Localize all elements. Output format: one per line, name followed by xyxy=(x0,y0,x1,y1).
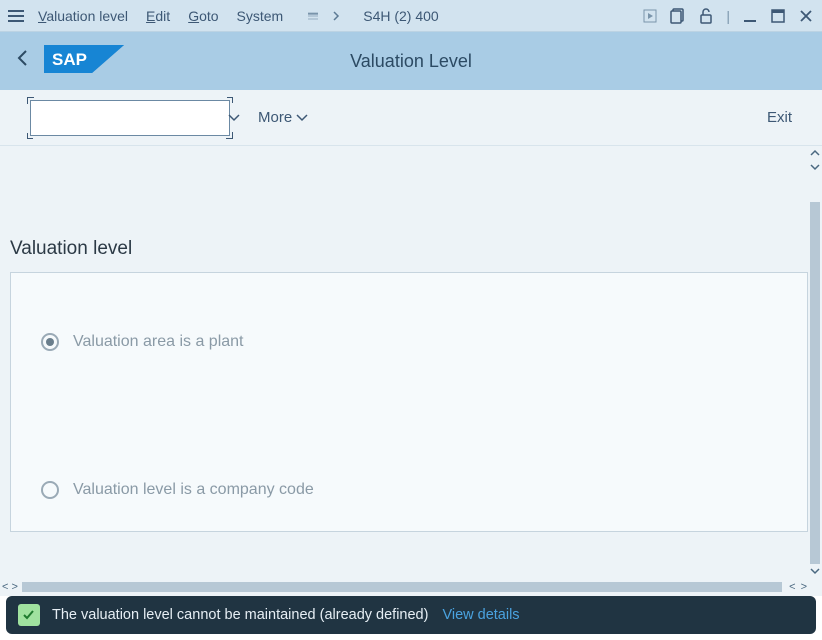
menu-edit[interactable]: Edit xyxy=(146,8,170,24)
menu-overflow-icon[interactable] xyxy=(307,10,319,22)
page-title: Valuation Level xyxy=(350,51,472,72)
chevron-right-icon[interactable] xyxy=(331,10,341,22)
hamburger-menu-icon[interactable] xyxy=(8,10,24,22)
vertical-scrollbar[interactable] xyxy=(808,146,822,578)
header-bar: SAP Valuation Level xyxy=(0,32,822,90)
horizontal-scrollbar[interactable]: < > < > xyxy=(0,578,808,596)
view-details-link[interactable]: View details xyxy=(442,607,519,623)
radio-row-plant: Valuation area is a plant xyxy=(41,333,777,351)
radio-plant-label: Valuation area is a plant xyxy=(73,333,243,351)
command-field[interactable] xyxy=(31,101,228,135)
chevron-down-icon xyxy=(296,114,308,122)
command-dropdown[interactable] xyxy=(228,114,240,122)
close-icon[interactable] xyxy=(798,8,814,24)
hscroll-track[interactable] xyxy=(22,582,782,592)
valuation-level-group: Valuation area is a plant Valuation leve… xyxy=(10,272,808,532)
session-icon[interactable] xyxy=(670,8,686,24)
maximize-icon[interactable] xyxy=(770,8,786,24)
radio-row-company-code: Valuation level is a company code xyxy=(41,481,777,499)
unlock-icon[interactable] xyxy=(698,8,714,24)
radio-plant[interactable] xyxy=(41,333,59,351)
back-button[interactable] xyxy=(16,48,30,74)
sap-logo: SAP xyxy=(44,39,124,84)
minimize-icon[interactable] xyxy=(742,8,758,24)
menu-valuation-level[interactable]: Valuation level xyxy=(38,8,128,24)
more-button[interactable]: More xyxy=(258,109,308,126)
scroll-down-icon[interactable] xyxy=(808,564,822,578)
group-heading: Valuation level xyxy=(0,146,808,272)
scroll-right-icon[interactable]: < > xyxy=(784,581,808,593)
divider: | xyxy=(726,8,730,24)
scroll-down-small-icon[interactable] xyxy=(808,160,822,174)
scroll-left-icon[interactable]: < > xyxy=(0,581,20,593)
radio-company-code-label: Valuation level is a company code xyxy=(73,481,314,499)
success-icon xyxy=(18,604,40,626)
menu-goto[interactable]: Goto xyxy=(188,8,218,24)
command-field-wrap xyxy=(30,100,230,136)
menu-system[interactable]: System xyxy=(237,8,284,24)
more-label: More xyxy=(258,109,292,126)
system-info: S4H (2) 400 xyxy=(363,8,438,24)
svg-text:SAP: SAP xyxy=(52,50,87,69)
scroll-track[interactable] xyxy=(810,202,820,564)
menubar: Valuation level Edit Goto System S4H (2)… xyxy=(0,0,822,32)
window-controls: | xyxy=(642,8,814,24)
play-icon[interactable] xyxy=(642,8,658,24)
content-area: Valuation level Valuation area is a plan… xyxy=(0,146,822,596)
content-scroll: Valuation level Valuation area is a plan… xyxy=(0,146,808,578)
scroll-up-icon[interactable] xyxy=(808,146,822,160)
exit-button[interactable]: Exit xyxy=(767,109,792,126)
status-bar: The valuation level cannot be maintained… xyxy=(6,596,816,634)
radio-company-code[interactable] xyxy=(41,481,59,499)
toolbar: More Exit xyxy=(0,90,822,146)
status-message: The valuation level cannot be maintained… xyxy=(52,607,428,623)
